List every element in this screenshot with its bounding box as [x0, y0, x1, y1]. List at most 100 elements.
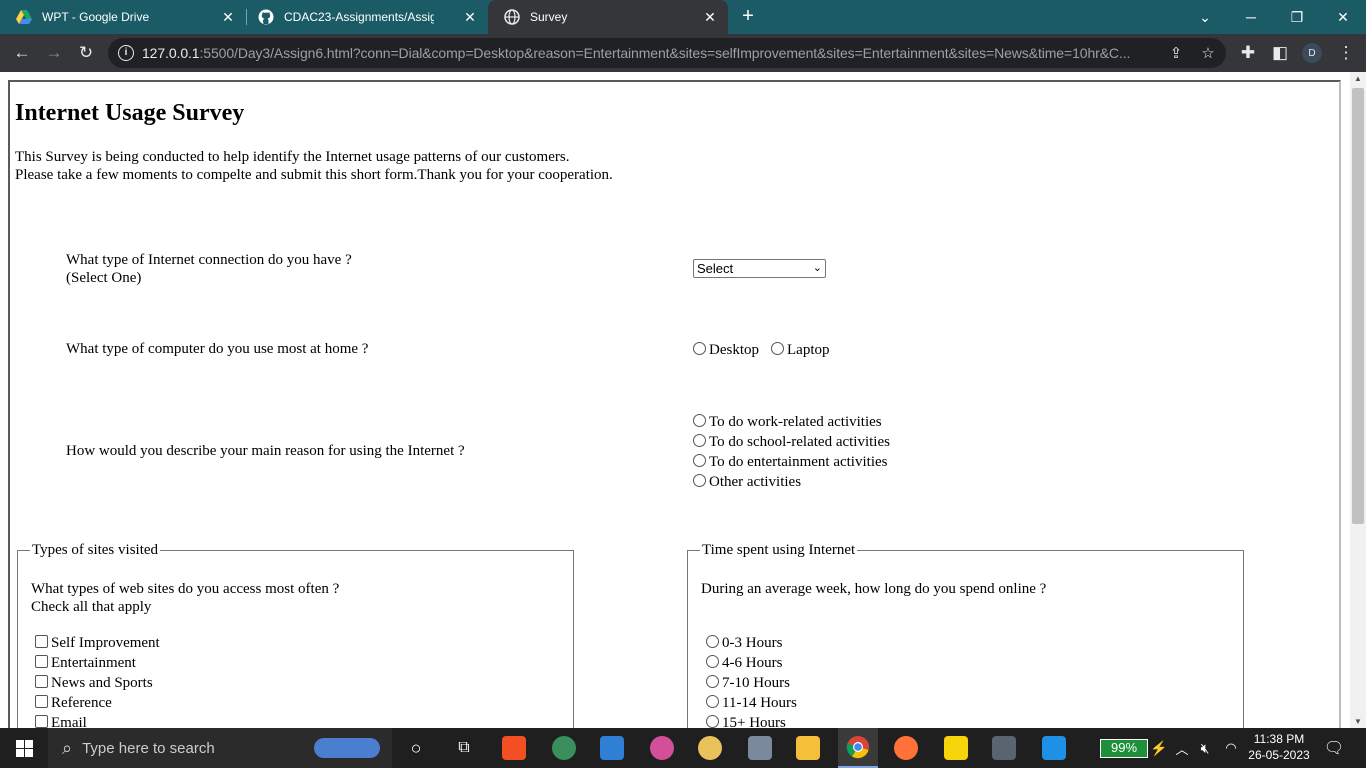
tab-strip: WPT - Google Drive ✕ CDAC23-Assignments/…: [0, 0, 1366, 34]
radio-label: To do school-related activities: [709, 434, 890, 450]
search-placeholder: Type here to search: [82, 739, 215, 757]
tab-search-chevron-icon[interactable]: ⌄: [1182, 0, 1228, 34]
reason-radio-entertainment[interactable]: To do entertainment activities: [693, 452, 887, 472]
close-tab-icon[interactable]: ✕: [702, 9, 718, 25]
file-explorer-icon[interactable]: [792, 728, 824, 768]
page-title: Internet Usage Survey: [15, 100, 245, 126]
computer-radio-laptop[interactable]: Laptop: [771, 340, 830, 360]
checkbox[interactable]: [35, 715, 48, 728]
page-scrollbar[interactable]: ▲ ▼: [1350, 72, 1366, 728]
minimize-icon[interactable]: ─: [1228, 0, 1274, 34]
globe-icon: [504, 9, 520, 25]
reason-radio-work[interactable]: To do work-related activities: [693, 412, 882, 432]
site-checkbox-self-improvement[interactable]: Self Improvement: [35, 633, 160, 653]
wifi-icon[interactable]: ◠: [1220, 728, 1242, 768]
site-checkbox-email[interactable]: Email: [35, 713, 87, 728]
taskbar-clock[interactable]: 11:38 PM 26-05-2023: [1246, 731, 1312, 763]
sites-fieldset: Types of sites visited What types of web…: [17, 541, 574, 728]
vscode-icon[interactable]: [1038, 728, 1070, 768]
cortana-circle-icon[interactable]: ○: [400, 728, 432, 768]
checkbox-label: Email: [51, 715, 87, 728]
new-tab-plus-icon[interactable]: +: [738, 6, 758, 27]
taskbar-search-box[interactable]: ⌕ Type here to search: [48, 728, 392, 768]
site-checkbox-entertainment[interactable]: Entertainment: [35, 653, 136, 673]
radio-label: 7-10 Hours: [722, 675, 790, 691]
side-panel-icon[interactable]: ◧: [1268, 41, 1292, 65]
control-panel-icon[interactable]: [596, 728, 628, 768]
clock-date: 26-05-2023: [1248, 748, 1310, 762]
radio-button[interactable]: [771, 342, 784, 355]
time-radio-4-6[interactable]: 4-6 Hours: [706, 653, 782, 673]
paint-3d-icon[interactable]: [646, 728, 678, 768]
checkbox[interactable]: [35, 655, 48, 668]
windows-taskbar: ⌕ Type here to search ○ ⧉ 99% ⚡ ︿ 🔇︎ ◠ 1…: [0, 728, 1366, 768]
radio-button[interactable]: [693, 474, 706, 487]
photos-app-icon[interactable]: [744, 728, 776, 768]
radio-button[interactable]: [706, 635, 719, 648]
task-view-icon[interactable]: ⧉: [448, 728, 480, 768]
speaker-muted-icon[interactable]: 🔇︎: [1194, 728, 1216, 768]
checkbox[interactable]: [35, 695, 48, 708]
chrome-taskbar-icon[interactable]: [838, 728, 878, 768]
sites-legend: Types of sites visited: [30, 541, 161, 559]
site-checkbox-news[interactable]: News and Sports: [35, 673, 153, 693]
radio-label: To do work-related activities: [709, 414, 882, 430]
share-icon[interactable]: ⇪: [1166, 43, 1186, 63]
extensions-puzzle-icon[interactable]: ✚: [1236, 41, 1260, 65]
restore-icon[interactable]: ❐: [1274, 0, 1320, 34]
time-radio-0-3[interactable]: 0-3 Hours: [706, 633, 782, 653]
reason-radio-school[interactable]: To do school-related activities: [693, 432, 890, 452]
site-info-icon[interactable]: i: [118, 45, 134, 61]
chevron-up-icon[interactable]: ︿: [1172, 728, 1192, 768]
reload-icon[interactable]: ↻: [74, 41, 98, 65]
tab-google-drive[interactable]: WPT - Google Drive ✕: [0, 0, 246, 34]
back-arrow-icon[interactable]: ←: [10, 41, 34, 65]
connection-select[interactable]: Select ⌄: [693, 259, 826, 278]
question-connection-sub: (Select One): [66, 270, 142, 286]
time-radio-7-10[interactable]: 7-10 Hours: [706, 673, 790, 693]
maps-app-icon[interactable]: [548, 728, 580, 768]
windows-start-icon[interactable]: [0, 728, 48, 768]
sticky-notes-icon[interactable]: [940, 728, 972, 768]
radio-label: 15+ Hours: [722, 715, 786, 728]
close-tab-icon[interactable]: ✕: [462, 9, 478, 25]
tab-survey[interactable]: Survey ✕: [488, 0, 728, 34]
notification-center-icon[interactable]: 🗨︎: [1318, 728, 1350, 768]
checkbox[interactable]: [35, 675, 48, 688]
radio-label: 0-3 Hours: [722, 635, 783, 651]
battery-indicator[interactable]: 99%: [1100, 739, 1148, 758]
tab-github[interactable]: CDAC23-Assignments/Assignmen ✕: [242, 0, 488, 34]
tab-title: CDAC23-Assignments/Assignmen: [284, 10, 434, 24]
site-checkbox-reference[interactable]: Reference: [35, 693, 112, 713]
profile-avatar[interactable]: D: [1302, 43, 1322, 63]
kebab-menu-icon[interactable]: ⋮: [1334, 41, 1358, 65]
radio-button[interactable]: [706, 715, 719, 728]
radio-button[interactable]: [693, 414, 706, 427]
address-bar[interactable]: i 127.0.0.1:5500/Day3/Assign6.html?conn=…: [108, 38, 1226, 68]
close-tab-icon[interactable]: ✕: [220, 9, 236, 25]
paint-icon[interactable]: [694, 728, 726, 768]
tab-title: WPT - Google Drive: [42, 10, 150, 24]
reason-radio-other[interactable]: Other activities: [693, 472, 801, 492]
time-radio-11-14[interactable]: 11-14 Hours: [706, 693, 797, 713]
firefox-icon[interactable]: [890, 728, 922, 768]
radio-label: Desktop: [709, 342, 759, 358]
microsoft-store-icon[interactable]: [498, 728, 530, 768]
radio-button[interactable]: [706, 655, 719, 668]
calculator-icon[interactable]: [988, 728, 1020, 768]
close-window-icon[interactable]: ✕: [1320, 0, 1366, 34]
radio-button[interactable]: [706, 695, 719, 708]
radio-button[interactable]: [693, 342, 706, 355]
time-radio-15-plus[interactable]: 15+ Hours: [706, 713, 786, 728]
forward-arrow-icon[interactable]: →: [42, 41, 66, 65]
radio-button[interactable]: [706, 675, 719, 688]
scroll-up-arrow-icon[interactable]: ▲: [1354, 74, 1362, 83]
url-text[interactable]: 127.0.0.1:5500/Day3/Assign6.html?conn=Di…: [142, 45, 1152, 61]
computer-radio-desktop[interactable]: Desktop: [693, 340, 759, 360]
scroll-down-arrow-icon[interactable]: ▼: [1354, 717, 1362, 726]
bookmark-star-icon[interactable]: ☆: [1198, 43, 1218, 63]
radio-button[interactable]: [693, 454, 706, 467]
checkbox[interactable]: [35, 635, 48, 648]
radio-button[interactable]: [693, 434, 706, 447]
scroll-thumb[interactable]: [1352, 88, 1364, 524]
